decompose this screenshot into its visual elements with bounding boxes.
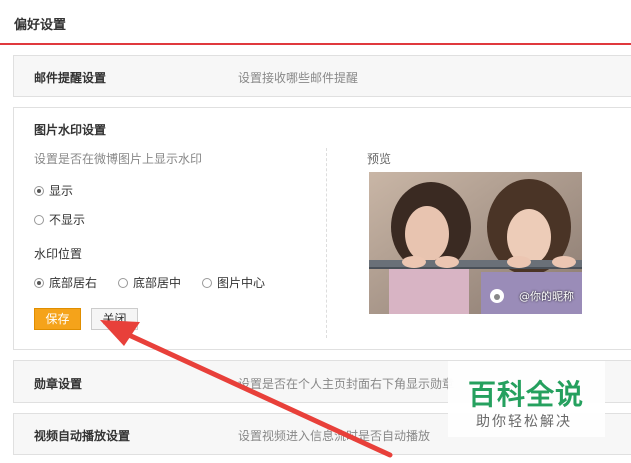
brand-watermark: 百科全说 助你轻松解决 xyxy=(448,361,605,437)
brand-subtitle: 助你轻松解决 xyxy=(476,414,572,430)
brand-title: 百科全说 xyxy=(468,378,585,411)
